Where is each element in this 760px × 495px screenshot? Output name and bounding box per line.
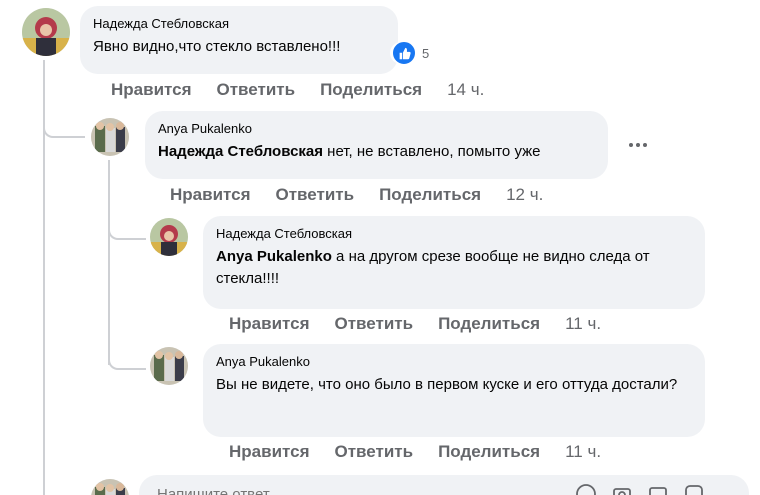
comment-bubble: Anya Pukalenko Вы не видете, что оно был… [203,344,705,437]
comment-bubble: Anya Pukalenko Надежда Стебловская нет, … [145,111,608,179]
reply-box [139,475,749,495]
avatar-photo-icon [150,218,188,256]
reactions-badge[interactable]: 5 [390,41,434,65]
gif-icon[interactable] [647,483,669,495]
more-dot-icon [636,143,640,147]
sticker-icon[interactable] [683,483,705,495]
comment-bubble: Надежда Стебловская Anya Pukalenko а на … [203,216,705,309]
comment-text: Вы не видете, что оно было в первом куск… [216,374,692,396]
mention-link[interactable]: Anya Pukalenko [216,248,332,265]
comment-body: нет, не вставлено, помыто уже [323,143,541,160]
comment-author[interactable]: Anya Pukalenko [216,353,692,370]
share-button[interactable]: Поделиться [438,442,540,462]
comment-text: Anya Pukalenko а на другом срезе вообще … [216,246,692,290]
comment-thread: Надежда Стебловская Явно видно,что стекл… [0,0,760,495]
share-button[interactable]: Поделиться [438,314,540,334]
share-button[interactable]: Поделиться [379,185,481,205]
comment-bubble: Надежда Стебловская Явно видно,что стекл… [80,6,398,74]
more-dot-icon [629,143,633,147]
comment-text: Надежда Стебловская нет, не вставлено, п… [158,141,595,163]
comment-actions: Нравится Ответить Поделиться 14 ч. [111,80,484,100]
mention-link[interactable]: Надежда Стебловская [158,143,323,160]
share-button[interactable]: Поделиться [320,80,422,100]
avatar[interactable] [91,118,129,156]
more-dot-icon [643,143,647,147]
comment-author[interactable]: Надежда Стебловская [93,15,385,32]
like-button[interactable]: Нравится [111,80,192,100]
more-options-button[interactable] [620,131,656,159]
comment-body: Вы не видете, что оно было в первом куск… [216,376,678,393]
like-button[interactable]: Нравится [170,185,251,205]
thread-curve-1 [43,112,85,138]
comment-actions: Нравится Ответить Поделиться 11 ч. [229,442,601,462]
comment-author[interactable]: Anya Pukalenko [158,120,595,137]
avatar-photo-icon [91,479,129,495]
reply-button[interactable]: Ответить [335,314,414,334]
comment-actions: Нравится Ответить Поделиться 11 ч. [229,314,601,334]
comment-timestamp[interactable]: 11 ч. [565,314,601,334]
current-user-avatar [91,479,129,495]
reply-input[interactable] [155,485,539,495]
emoji-icon[interactable] [575,483,597,495]
comment-actions: Нравится Ответить Поделиться 12 ч. [170,185,543,205]
avatar[interactable] [150,347,188,385]
reply-button[interactable]: Ответить [217,80,296,100]
thread-curve-2 [108,214,146,240]
comment-timestamp[interactable]: 14 ч. [447,80,484,100]
like-button[interactable]: Нравится [229,442,310,462]
avatar-photo-icon [150,347,188,385]
comment-text: Явно видно,что стекло вставлено!!! [93,36,385,58]
reactions-count: 5 [422,45,430,61]
like-button[interactable]: Нравится [229,314,310,334]
comment-timestamp[interactable]: 12 ч. [506,185,543,205]
thread-curve-3 [108,342,146,370]
avatar-photo-icon [91,118,129,156]
comment-timestamp[interactable]: 11 ч. [565,442,601,462]
thread-line-nested [108,160,110,365]
comment-body: Явно видно,что стекло вставлено!!! [93,38,341,55]
reply-input-tools [575,483,705,495]
camera-icon[interactable] [611,483,633,495]
avatar[interactable] [22,8,70,56]
avatar-photo-icon [22,8,70,56]
reply-button[interactable]: Ответить [276,185,355,205]
like-icon [392,41,416,65]
reply-button[interactable]: Ответить [335,442,414,462]
comment-author[interactable]: Надежда Стебловская [216,225,692,242]
avatar[interactable] [150,218,188,256]
